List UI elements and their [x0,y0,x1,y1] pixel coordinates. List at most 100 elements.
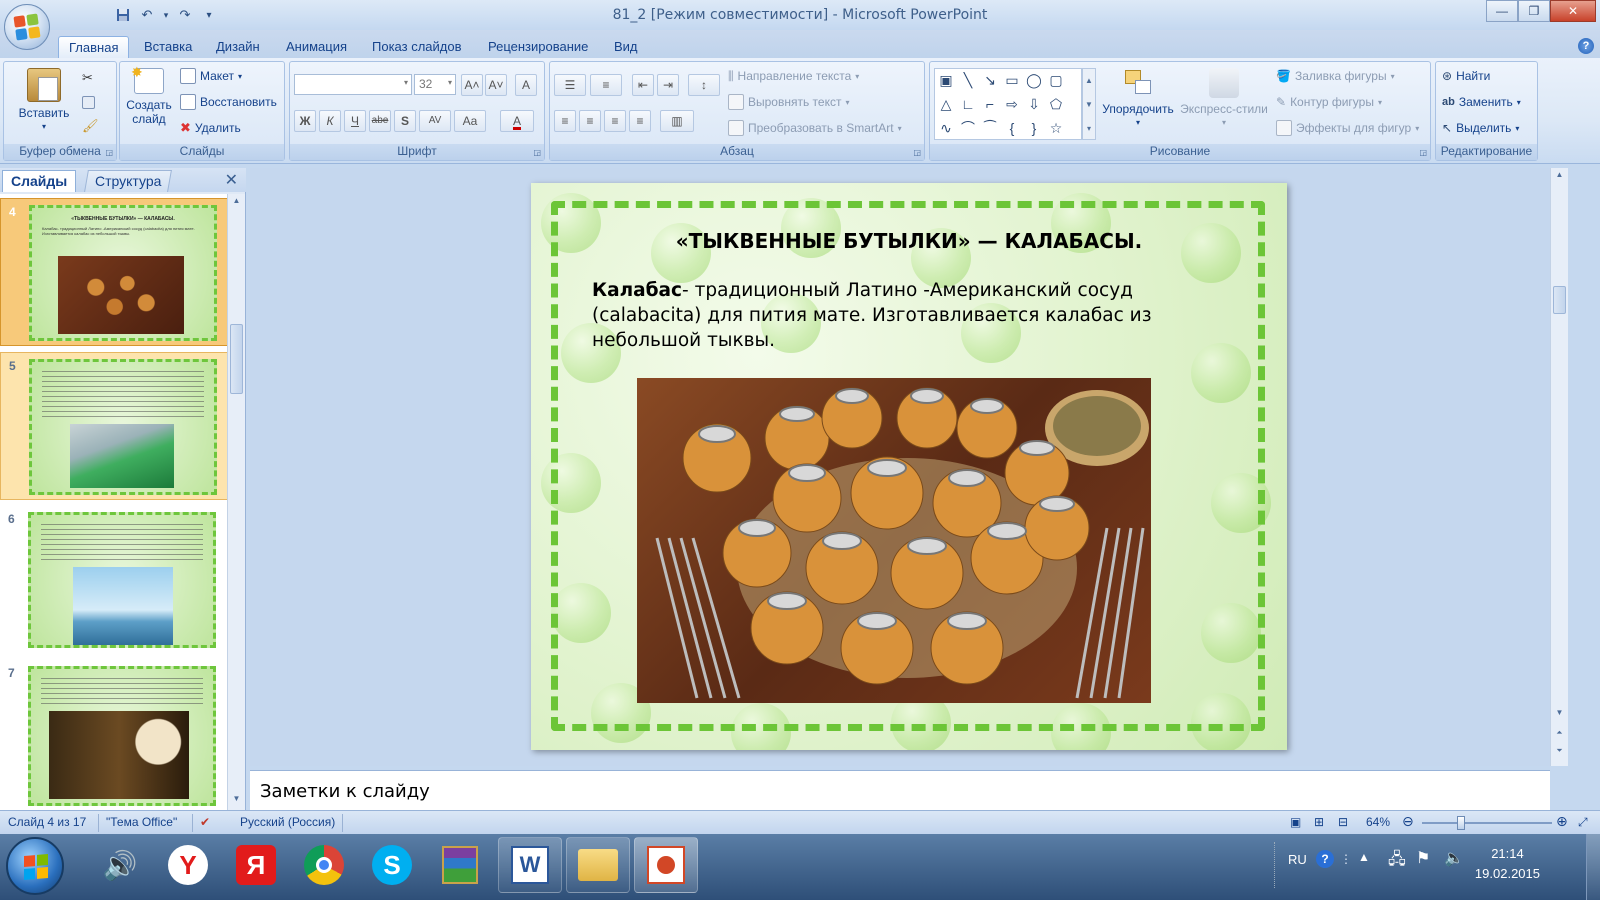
shape-effects-button[interactable]: Эффекты для фигур ▾ [1276,118,1419,138]
clock[interactable]: 21:14 19.02.2015 [1475,844,1540,884]
thumbnail-slide-5[interactable]: 5 [0,352,228,500]
zoom-slider-track[interactable] [1422,822,1552,824]
line-shape-icon[interactable]: ╲ [959,71,977,89]
clipboard-launcher-icon[interactable]: ◲ [105,148,113,157]
quick-styles-button[interactable]: Экспресс-стили ▾ [1178,68,1270,130]
slides-pane-scrollbar[interactable]: ▲ ▼ [227,194,245,810]
normal-view-icon[interactable]: ▣ [1290,815,1301,829]
rectangle-shape-icon[interactable]: ▭ [1003,71,1021,89]
tray-menu-icon[interactable]: ⋮ [1340,852,1352,866]
text-direction-button[interactable]: ⫼ Направление текста ▾ [728,66,859,86]
change-case-button[interactable]: Aa [454,110,486,132]
tab-design[interactable]: Дизайн [206,36,270,58]
delete-slide-button[interactable]: ✖ Удалить [180,118,241,138]
tab-review[interactable]: Рецензирование [478,36,598,58]
tab-view[interactable]: Вид [604,36,648,58]
decrease-indent-button[interactable]: ⇤ [632,74,654,96]
numbering-button[interactable]: ≡ [590,74,622,96]
new-slide-button[interactable]: ✸ Создать слайд [124,65,174,126]
textbox-shape-icon[interactable]: ▣ [937,71,955,89]
minimize-button[interactable]: — [1486,0,1518,22]
maximize-button[interactable]: ❐ [1518,0,1550,22]
scroll-thumb[interactable] [230,324,243,394]
spacing-button[interactable]: AV [419,110,451,132]
bullets-button[interactable]: ☰ [554,74,586,96]
slide-title[interactable]: «ТЫКВЕННЫЕ БУТЫЛКИ» — КАЛАБАСЫ. [531,229,1287,253]
align-center-button[interactable]: ≡ [579,110,601,132]
grow-font-button[interactable]: A˄ [461,74,483,96]
arc-shape-icon[interactable]: ⁀ [981,119,999,137]
show-hidden-icons[interactable]: ▲ [1358,850,1370,864]
tab-slides[interactable]: Слайды [2,170,77,192]
scroll-up-icon[interactable]: ▲ [1553,170,1566,184]
slide-body-text[interactable]: Калабас- традиционный Латино -Американск… [592,278,1182,353]
scroll-down-icon[interactable]: ▼ [230,794,243,808]
tab-insert[interactable]: Вставка [134,36,202,58]
zoom-out-icon[interactable]: ⊖ [1402,813,1414,830]
font-color-button[interactable]: A [500,110,534,132]
spellcheck-icon[interactable]: ✔ [200,815,210,829]
slide-sorter-icon[interactable]: ⊞ [1314,815,1324,829]
font-name-field[interactable]: ▾ [294,74,412,95]
curve-shape-icon[interactable]: ⌒ [959,119,977,137]
align-right-button[interactable]: ≡ [604,110,626,132]
right-arrow-shape-icon[interactable]: ⇨ [1003,95,1021,113]
taskbar-word[interactable]: W [498,837,562,893]
taskbar-volume-app[interactable]: 🔊 [88,837,152,893]
line-spacing-button[interactable]: ↕ [688,74,720,96]
paragraph-launcher-icon[interactable]: ◲ [913,148,921,157]
close-pane-icon[interactable]: ✕ [225,170,238,190]
down-arrow-shape-icon[interactable]: ⇩ [1025,95,1043,113]
shape-outline-button[interactable]: ✎ Контур фигуры ▾ [1276,92,1382,112]
align-text-button[interactable]: Выровнять текст ▾ [728,92,850,112]
tab-slideshow[interactable]: Показ слайдов [362,36,472,58]
zoom-in-icon[interactable]: ⊕ [1556,813,1568,830]
shape-fill-button[interactable]: 🪣 Заливка фигуры ▾ [1276,66,1395,86]
slide-scrollbar[interactable]: ▲ ▼ ⏶ ⏷ [1550,168,1568,766]
right-brace-shape-icon[interactable]: } [1025,119,1043,137]
smartart-button[interactable]: Преобразовать в SmartArt ▾ [728,118,902,138]
arrange-button[interactable]: Упорядочить ▾ [1098,68,1178,130]
zoom-level[interactable]: 64% [1366,815,1390,829]
justify-button[interactable]: ≡ [629,110,651,132]
slideshow-view-icon[interactable]: ⊟ [1338,815,1348,829]
elbow-connector-icon[interactable]: ∟ [959,95,977,113]
language-indicator[interactable]: Русский (Россия) [240,815,335,829]
pentagon-shape-icon[interactable]: ⬠ [1047,95,1065,113]
bold-button[interactable]: Ж [294,110,316,132]
columns-button[interactable]: ▥ [660,110,694,132]
office-button[interactable] [4,4,50,50]
taskbar-chrome[interactable] [292,837,356,893]
shrink-font-button[interactable]: A˅ [485,74,507,96]
scroll-up-icon[interactable]: ▲ [230,196,243,210]
tab-animation[interactable]: Анимация [276,36,357,58]
select-button[interactable]: ↖ Выделить ▾ [1442,118,1519,138]
drawing-launcher-icon[interactable]: ◲ [1419,148,1427,157]
reset-button[interactable]: Восстановить [180,92,277,112]
underline-button[interactable]: Ч [344,110,366,132]
start-button[interactable] [6,837,64,895]
italic-button[interactable]: К [319,110,341,132]
find-button[interactable]: ⊛ Найти [1442,66,1490,86]
previous-slide-icon[interactable]: ⏶ [1553,728,1566,742]
taskbar-explorer[interactable] [566,837,630,893]
slide-canvas[interactable]: «ТЫКВЕННЫЕ БУТЫЛКИ» — КАЛАБАСЫ. Калабас-… [531,183,1287,750]
strikethrough-button[interactable]: abe [369,110,391,132]
scroll-thumb[interactable] [1553,286,1566,314]
shapes-gallery[interactable]: ▣ ╲ ↘ ▭ ◯ ▢ △ ∟ ⌐ ⇨ ⇩ ⬠ ∿ ⌒ ⁀ { } ☆ [934,68,1082,140]
thumbnail-slide-6[interactable]: 6 [0,506,228,654]
taskbar-yandex-browser[interactable]: Y [156,837,220,893]
theme-name[interactable]: "Тема Office" [106,815,177,829]
show-desktop-button[interactable] [1586,834,1600,900]
taskbar-skype[interactable]: S [360,837,424,893]
tab-home[interactable]: Главная [58,36,130,58]
fit-to-window-icon[interactable]: ⤢ [1578,815,1588,830]
next-slide-icon[interactable]: ⏷ [1553,746,1566,760]
freeform-shape-icon[interactable]: ∿ [937,119,955,137]
thumbnail-slide-4[interactable]: 4 «ТЫКВЕННЫЕ БУТЫЛКИ» — КАЛАБАСЫ. Калаба… [0,198,228,346]
align-left-button[interactable]: ≡ [554,110,576,132]
arrow-line-shape-icon[interactable]: ↘ [981,71,999,89]
layout-button[interactable]: Макет ▾ [180,66,242,86]
elbow-arrow-icon[interactable]: ⌐ [981,95,999,113]
thumbnail-slide-7[interactable]: 7 [0,660,228,808]
